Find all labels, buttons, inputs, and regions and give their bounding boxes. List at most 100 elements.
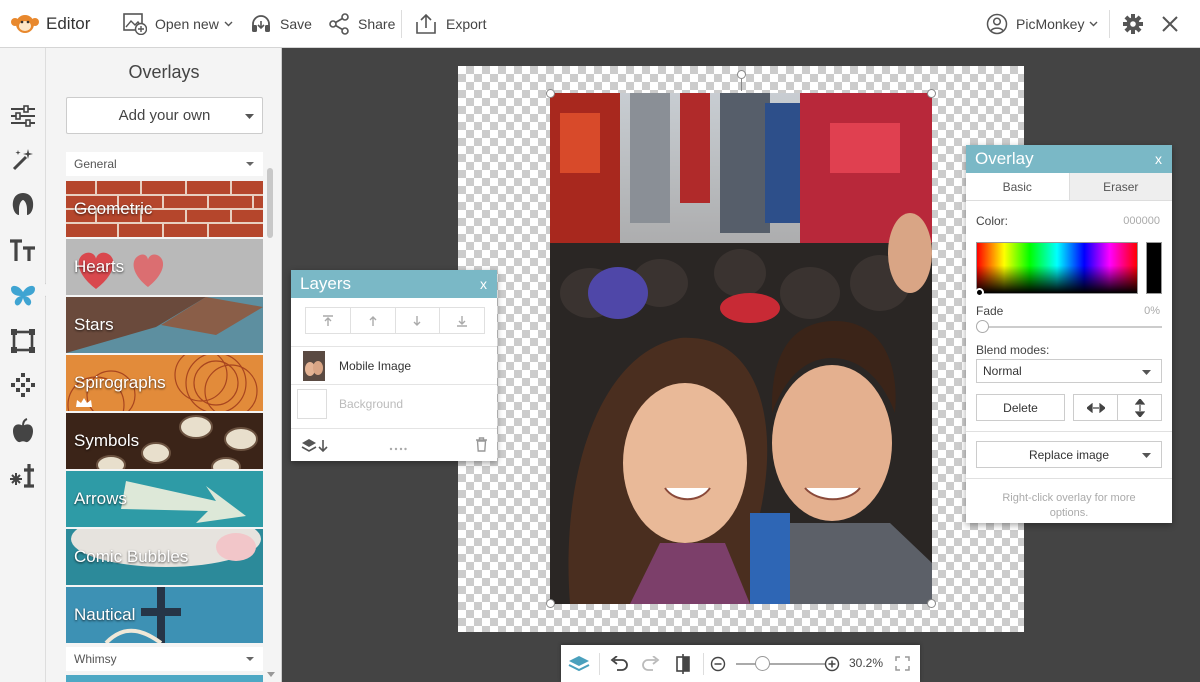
fade-slider-knob[interactable]	[976, 320, 989, 333]
color-spectrum-picker[interactable]	[976, 242, 1138, 294]
flip-vertical-icon	[1134, 398, 1145, 417]
layers-close-button[interactable]: x	[480, 276, 487, 292]
caret-down-icon	[246, 162, 254, 166]
panel-scrollbar[interactable]	[267, 168, 273, 238]
resize-handle-bottom-left[interactable]	[546, 599, 555, 608]
flip-vertical-button[interactable]	[1117, 394, 1162, 421]
chevron-down-icon	[1089, 21, 1098, 26]
flatten-layers-icon[interactable]	[301, 438, 329, 454]
overlay-tile-spirographs[interactable]: Spirographs	[66, 355, 263, 411]
close-icon	[1162, 15, 1178, 32]
send-backward-button[interactable]	[396, 308, 441, 333]
undo-icon	[610, 655, 628, 671]
overlay-palette-header[interactable]: Overlay x	[966, 145, 1172, 173]
overlay-tile-nautical[interactable]: Nautical	[66, 587, 263, 643]
crown-premium-icon	[76, 398, 92, 407]
layer-thumbnail	[303, 350, 325, 381]
undo-button[interactable]	[605, 645, 633, 682]
layer-row-mobile-image[interactable]: Mobile Image	[291, 346, 497, 384]
export-button[interactable]: Export	[414, 0, 486, 48]
tool-effects[interactable]	[8, 145, 38, 175]
tile-label: Symbols	[74, 431, 140, 450]
save-button[interactable]: Save	[250, 0, 312, 48]
blend-mode-select[interactable]: Normal	[976, 359, 1162, 383]
share-button[interactable]: Share	[328, 0, 395, 48]
zoom-slider-track[interactable]	[736, 663, 826, 665]
trash-icon[interactable]	[475, 437, 488, 452]
tool-textures[interactable]	[8, 370, 38, 400]
layers-palette-header[interactable]: Layers x	[291, 270, 497, 298]
overlay-tile-arrows[interactable]: Arrows	[66, 471, 263, 527]
tile-label: Spirographs	[74, 373, 166, 392]
tool-touch-up[interactable]	[8, 189, 38, 219]
redo-button[interactable]	[637, 645, 665, 682]
zoom-slider-knob[interactable]	[755, 656, 770, 671]
color-hex-value[interactable]: 000000	[1123, 215, 1160, 227]
zoom-out-icon	[710, 656, 726, 671]
caret-down-icon	[1142, 453, 1151, 458]
zoom-out-button[interactable]	[708, 645, 728, 682]
category-dropdown-whimsy[interactable]: Whimsy	[66, 647, 263, 671]
overlay-tile-geometric[interactable]: Geometric	[66, 181, 263, 237]
open-new-button[interactable]: Open new	[123, 0, 233, 48]
tile-label: Stars	[74, 315, 114, 334]
butterfly-icon	[11, 285, 35, 306]
tool-frames[interactable]	[8, 326, 38, 356]
flip-horizontal-button[interactable]	[1073, 394, 1118, 421]
zoom-in-button[interactable]	[822, 645, 842, 682]
bring-to-front-button[interactable]	[306, 308, 351, 333]
resize-handle-top-right[interactable]	[927, 89, 936, 98]
resize-handle-bottom-right[interactable]	[927, 599, 936, 608]
layers-stack-icon	[568, 655, 590, 671]
tool-text[interactable]	[8, 236, 38, 266]
compare-button[interactable]	[669, 645, 697, 682]
overlay-tile-symbols[interactable]: Symbols	[66, 413, 263, 469]
toolbar-divider	[1109, 10, 1110, 38]
tool-overlays[interactable]	[8, 281, 38, 311]
drag-grip-icon[interactable]	[389, 447, 407, 451]
overlay-close-button[interactable]: x	[1155, 151, 1162, 167]
tab-basic[interactable]: Basic	[966, 173, 1069, 200]
overlay-photo[interactable]	[550, 93, 932, 604]
bring-forward-button[interactable]	[351, 308, 396, 333]
text-tt-icon	[10, 239, 35, 261]
delete-overlay-button[interactable]: Delete	[976, 394, 1065, 421]
fade-slider-track[interactable]	[982, 326, 1162, 328]
export-label: Export	[446, 15, 487, 32]
overlays-panel: Overlays Add your own General Geometric	[46, 48, 282, 682]
close-editor-button[interactable]	[1160, 0, 1180, 48]
add-your-own-dropdown[interactable]: Add your own	[66, 97, 263, 134]
rotate-handle-stem	[741, 79, 742, 91]
category-dropdown-general[interactable]: General	[66, 152, 263, 176]
resize-handle-top-left[interactable]	[546, 89, 555, 98]
layer-row-background[interactable]: Background	[291, 384, 497, 422]
category-label: General	[74, 157, 117, 171]
apple-icon	[13, 418, 33, 443]
tool-themes[interactable]	[8, 416, 38, 446]
share-label: Share	[358, 15, 396, 32]
fit-to-screen-button[interactable]	[891, 645, 913, 682]
overlay-tile-whimsy-preview[interactable]	[66, 675, 263, 682]
send-to-back-button[interactable]	[440, 308, 484, 333]
overlay-tile-hearts[interactable]: Hearts	[66, 239, 263, 295]
caret-down-icon	[245, 114, 254, 119]
scroll-down-arrow-icon[interactable]	[267, 672, 275, 677]
account-menu[interactable]: PicMonkey	[986, 0, 1098, 48]
app-title: Editor	[46, 14, 91, 33]
replace-image-button[interactable]: Replace image	[976, 441, 1162, 468]
app-logo[interactable]: Editor	[10, 0, 90, 48]
tile-label: Comic Bubbles	[74, 547, 189, 566]
fade-value: 0%	[1144, 305, 1160, 317]
delete-label: Delete	[1003, 400, 1038, 415]
tool-basic-edits[interactable]	[8, 101, 38, 131]
settings-button[interactable]	[1122, 0, 1144, 48]
color-picker-cursor[interactable]	[975, 288, 984, 297]
arrow-down-icon	[413, 315, 421, 326]
tab-eraser[interactable]: Eraser	[1068, 173, 1172, 200]
rotate-handle[interactable]	[737, 70, 746, 79]
overlay-tile-stars[interactable]: Stars	[66, 297, 263, 353]
selected-color-swatch[interactable]	[1146, 242, 1162, 294]
overlay-tile-comic-bubbles[interactable]: Comic Bubbles	[66, 529, 263, 585]
tool-seasonal[interactable]	[8, 460, 38, 490]
layers-toggle-button[interactable]	[565, 645, 593, 682]
